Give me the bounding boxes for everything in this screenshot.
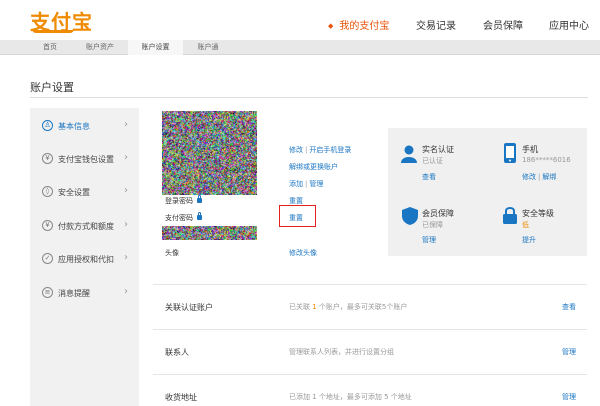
phone-title: 手机 [522, 145, 538, 154]
nav-member-protection[interactable]: 会员保障 [483, 17, 523, 32]
contacts-desc: 管理联系人列表，并进行设置分组 [289, 348, 394, 356]
sidebar-item-label: 消息提醒 [58, 289, 90, 298]
nav-my-alipay[interactable]: 我的支付宝 [328, 17, 389, 32]
enable-mobile-login-link[interactable]: 开启手机登录 [309, 146, 351, 154]
highlight-box [279, 205, 316, 227]
chevron-right-icon: › [124, 286, 128, 297]
realname-status: 已认证 [422, 157, 443, 165]
security-upgrade-link[interactable]: 提升 [522, 235, 536, 245]
sidebar-item-label: 安全设置 [58, 188, 90, 197]
account-status-panel: 实名认证 已认证 查看 手机 186*****6016 修改 | 解绑 会员保障 已… [388, 128, 587, 256]
member-protection-status: 已保障 [422, 221, 443, 229]
linked-accounts-label: 关联认证账户 [165, 303, 213, 312]
shipping-address-label: 收货地址 [165, 393, 197, 402]
sidebar: ♙ 基本信息 › ¥ 支付宝钱包设置 › ◊ 安全设置 › ¥ 付款方式和额度 … [30, 108, 139, 406]
row-divider [153, 329, 587, 330]
lock-icon [197, 195, 202, 203]
user-icon: ♙ [42, 120, 53, 131]
chevron-right-icon: › [124, 219, 128, 230]
sidebar-item-basic-info[interactable]: ♙ 基本信息 › [30, 111, 139, 141]
modify-avatar-link[interactable]: 修改头像 [289, 248, 317, 258]
alipay-logo[interactable]: 支付宝 [30, 6, 93, 35]
sidebar-item-wallet-settings[interactable]: ¥ 支付宝钱包设置 › [30, 144, 139, 174]
lock-icon [503, 207, 517, 224]
sub-navigation: 首页 账户资产 账户设置 账户通 [0, 40, 600, 55]
sidebar-item-label: 应用授权和代扣 [58, 255, 114, 264]
message-icon: ≡ [42, 287, 53, 298]
nav-app-center[interactable]: 应用中心 [549, 17, 589, 32]
obscured-avatar-strip [162, 226, 257, 240]
modify-link[interactable]: 修改 [289, 146, 303, 154]
phone-number: 186*****6016 [522, 156, 571, 164]
subnav-settings[interactable]: 账户设置 [128, 40, 183, 55]
check-icon: ✓ [42, 253, 53, 264]
contacts-label: 联系人 [165, 348, 189, 357]
pay-password-label: 支付密码 [165, 212, 202, 223]
subnav-assets[interactable]: 账户资产 [76, 40, 124, 55]
obscured-profile-image [162, 111, 257, 195]
lock-icon [197, 212, 202, 220]
sidebar-item-payment-methods[interactable]: ¥ 付款方式和额度 › [30, 211, 139, 241]
linked-accounts-desc: 已关联 1 个账户，最多可关联5个账户 [289, 303, 408, 311]
sidebar-item-label: 基本信息 [58, 122, 90, 131]
sidebar-item-notifications[interactable]: ≡ 消息提醒 › [30, 278, 139, 308]
shield-icon [402, 207, 418, 225]
row-divider [153, 374, 587, 375]
shipping-address-manage-link[interactable]: 管理 [562, 392, 576, 402]
security-level-title: 安全等级 [522, 209, 554, 218]
sidebar-item-app-authorization[interactable]: ✓ 应用授权和代扣 › [30, 244, 139, 274]
wallet-icon: ¥ [42, 153, 53, 164]
chevron-right-icon: › [124, 152, 128, 163]
member-protection-title: 会员保障 [422, 209, 454, 218]
manage-link[interactable]: 管理 [309, 180, 323, 188]
contacts-manage-link[interactable]: 管理 [562, 347, 576, 357]
chevron-right-icon: › [124, 119, 128, 130]
shield-icon: ◊ [42, 186, 53, 197]
linked-accounts-view-link[interactable]: 查看 [562, 302, 576, 312]
realname-title: 实名认证 [422, 145, 454, 154]
mobile-phone-icon [504, 143, 516, 163]
yuan-icon: ¥ [42, 220, 53, 231]
login-password-label: 登录密码 [165, 195, 202, 206]
sidebar-item-security[interactable]: ◊ 安全设置 › [30, 177, 139, 207]
avatar-label: 头像 [165, 249, 179, 257]
add-manage-row: 添加 | 管理 [289, 180, 324, 188]
title-divider [30, 97, 588, 98]
member-protection-manage-link[interactable]: 管理 [422, 235, 436, 245]
chevron-right-icon: › [124, 185, 128, 196]
user-icon [401, 145, 417, 163]
sidebar-item-label: 付款方式和额度 [58, 222, 114, 231]
row-divider [153, 284, 587, 285]
phone-links: 修改 | 解绑 [522, 173, 557, 181]
subnav-account-tong[interactable]: 账户通 [188, 40, 228, 55]
phone-unbind-link[interactable]: 解绑 [542, 173, 556, 181]
subnav-home[interactable]: 首页 [30, 40, 70, 55]
nav-transactions[interactable]: 交易记录 [416, 17, 456, 32]
modify-links-row: 修改 | 开启手机登录 [289, 146, 352, 154]
realname-view-link[interactable]: 查看 [422, 172, 436, 182]
page-title: 账户设置 [30, 81, 74, 94]
security-level-value: 低 [522, 221, 529, 229]
add-link[interactable]: 添加 [289, 180, 303, 188]
top-header: 支付宝 我的支付宝 交易记录 会员保障 应用中心 [0, 0, 600, 40]
chevron-right-icon: › [124, 252, 128, 263]
shipping-address-desc: 已添加 1 个地址，最多可添加 5 个地址 [289, 393, 412, 401]
phone-modify-link[interactable]: 修改 [522, 173, 536, 181]
sidebar-item-label: 支付宝钱包设置 [58, 155, 114, 164]
unbind-or-change-account-link[interactable]: 解绑或更换账户 [289, 162, 338, 172]
